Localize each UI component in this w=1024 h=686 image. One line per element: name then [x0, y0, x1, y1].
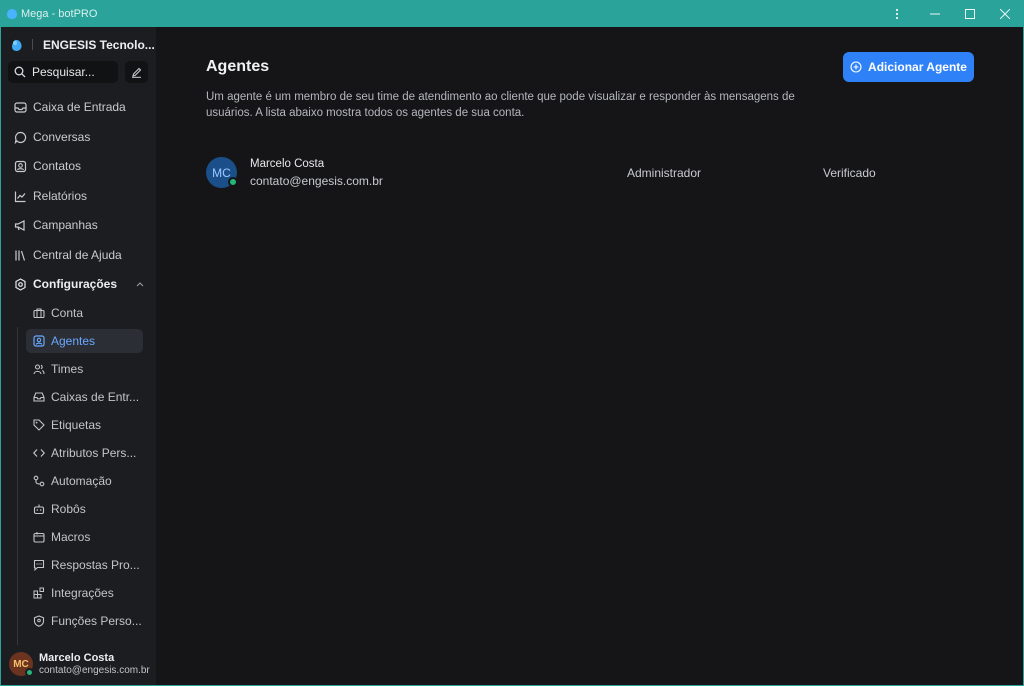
compose-button[interactable]: [125, 61, 148, 83]
agent-status: Verificado: [823, 166, 876, 180]
kebab-menu-icon: [895, 8, 899, 20]
app-logo-icon: [7, 9, 17, 19]
chart-line-icon: [14, 190, 27, 203]
minimize-button[interactable]: [918, 1, 952, 27]
agent-row[interactable]: MC Marcelo Costa contato@engesis.com.br …: [206, 155, 986, 191]
agent-online-dot: [228, 177, 238, 187]
chevron-up-icon: [136, 282, 144, 287]
search-button[interactable]: Pesquisar...: [8, 61, 118, 83]
chat-bubble-icon: [14, 131, 27, 144]
nav-label: Relatórios: [33, 189, 88, 203]
person-square-icon: [33, 335, 45, 347]
online-status-dot: [25, 668, 34, 677]
agent-email: contato@engesis.com.br: [250, 174, 383, 188]
settings-item-label: Conta: [51, 306, 84, 320]
nav-label: Configurações: [33, 277, 118, 291]
pencil-icon: [132, 67, 142, 78]
nav-caixa-de-entrada[interactable]: Caixa de Entrada: [8, 95, 149, 119]
nav-configuracoes[interactable]: Configurações: [8, 272, 149, 296]
user-name: Marcelo Costa: [39, 652, 115, 664]
nav-relatorios[interactable]: Relatórios: [8, 184, 149, 208]
settings-item-label: Respostas Pro...: [51, 558, 140, 572]
minimize-icon: [930, 13, 940, 15]
settings-item-etiquetas[interactable]: Etiquetas: [26, 413, 143, 437]
add-agent-button[interactable]: Adicionar Agente: [843, 52, 974, 82]
nav-contatos[interactable]: Contatos: [8, 154, 149, 178]
settings-item-label: Robôs: [51, 502, 86, 516]
more-options-button[interactable]: [880, 1, 914, 27]
nav-campanhas[interactable]: Campanhas: [8, 213, 149, 237]
maximize-button[interactable]: [953, 1, 987, 27]
flow-icon: [33, 475, 45, 487]
close-button[interactable]: [988, 1, 1022, 27]
settings-tree-line: [17, 327, 18, 645]
workspace-logo[interactable]: [11, 38, 23, 52]
settings-item-respostas-prontas[interactable]: Respostas Pro...: [26, 553, 143, 577]
settings-item-integracoes[interactable]: Integrações: [26, 581, 143, 605]
settings-item-times[interactable]: Times: [26, 357, 143, 381]
settings-item-label: Agentes: [51, 334, 96, 348]
title-bar: Mega - botPRO: [1, 1, 1023, 27]
bot-icon: [33, 503, 45, 515]
app-window: Mega - botPRO ENGESIS Tecnolo... Pesquis…: [0, 0, 1024, 686]
search-icon: [14, 66, 26, 78]
library-icon: [14, 249, 27, 262]
nav-label: Contatos: [33, 159, 82, 173]
close-icon: [1000, 9, 1010, 19]
settings-item-agentes[interactable]: Agentes: [26, 329, 143, 353]
workspace-divider: [32, 39, 33, 50]
settings-item-label: Etiquetas: [51, 418, 102, 432]
contact-card-icon: [14, 160, 27, 173]
settings-item-macros[interactable]: Macros: [26, 525, 143, 549]
settings-item-label: Macros: [51, 530, 91, 544]
settings-item-conta[interactable]: Conta: [26, 301, 143, 325]
nav-label: Central de Ajuda: [33, 248, 122, 262]
settings-item-automacao[interactable]: Automação: [26, 469, 143, 493]
current-user[interactable]: MC Marcelo Costa contato@engesis.com.br: [9, 651, 154, 681]
search-label: Pesquisar...: [32, 65, 95, 79]
user-email: contato@engesis.com.br: [39, 665, 150, 676]
nav-label: Caixa de Entrada: [33, 100, 126, 114]
people-icon: [33, 363, 45, 375]
settings-item-label: Atributos Pers...: [51, 446, 137, 460]
page-title: Agentes: [206, 58, 270, 75]
settings-item-funcoes[interactable]: Funções Perso...: [26, 609, 143, 633]
sidebar: ENGESIS Tecnolo... Pesquisar... Caixa de…: [1, 27, 156, 685]
nav-central-de-ajuda[interactable]: Central de Ajuda: [8, 243, 149, 267]
settings-item-label: Times: [51, 362, 84, 376]
maximize-icon: [965, 9, 975, 19]
shield-person-icon: [33, 615, 45, 627]
settings-gear-icon: [14, 277, 27, 291]
canned-reply-icon: [33, 559, 45, 571]
briefcase-icon: [33, 307, 45, 319]
agent-name: Marcelo Costa: [250, 158, 325, 170]
mail-inbox-icon: [33, 391, 45, 403]
nav-label: Campanhas: [33, 218, 98, 232]
nav-label: Conversas: [33, 130, 91, 144]
tag-icon: [33, 419, 45, 431]
settings-item-label: Caixas de Entr...: [51, 390, 140, 404]
add-agent-label: Adicionar Agente: [868, 60, 967, 74]
macro-icon: [33, 531, 45, 543]
settings-item-label: Funções Perso...: [51, 614, 142, 628]
apps-icon: [33, 587, 45, 599]
settings-item-caixas-de-entrada[interactable]: Caixas de Entr...: [26, 385, 143, 409]
main-content: Agentes Um agente é um membro de seu tim…: [156, 27, 1023, 685]
inbox-icon: [14, 101, 27, 114]
agent-role: Administrador: [627, 166, 702, 180]
page-description: Um agente é um membro de seu time de ate…: [206, 91, 795, 119]
code-icon: [33, 447, 45, 459]
workspace-name[interactable]: ENGESIS Tecnolo...: [43, 38, 155, 52]
brand-logo-icon: [12, 39, 22, 51]
settings-item-robos[interactable]: Robôs: [26, 497, 143, 521]
nav-conversas[interactable]: Conversas: [8, 125, 149, 149]
settings-item-atributos[interactable]: Atributos Pers...: [26, 441, 143, 465]
settings-item-label: Automação: [51, 474, 112, 488]
plus-circle-icon: [850, 61, 862, 73]
window-title: Mega - botPRO: [21, 8, 98, 20]
settings-item-label: Integrações: [51, 586, 114, 600]
megaphone-icon: [14, 219, 27, 232]
